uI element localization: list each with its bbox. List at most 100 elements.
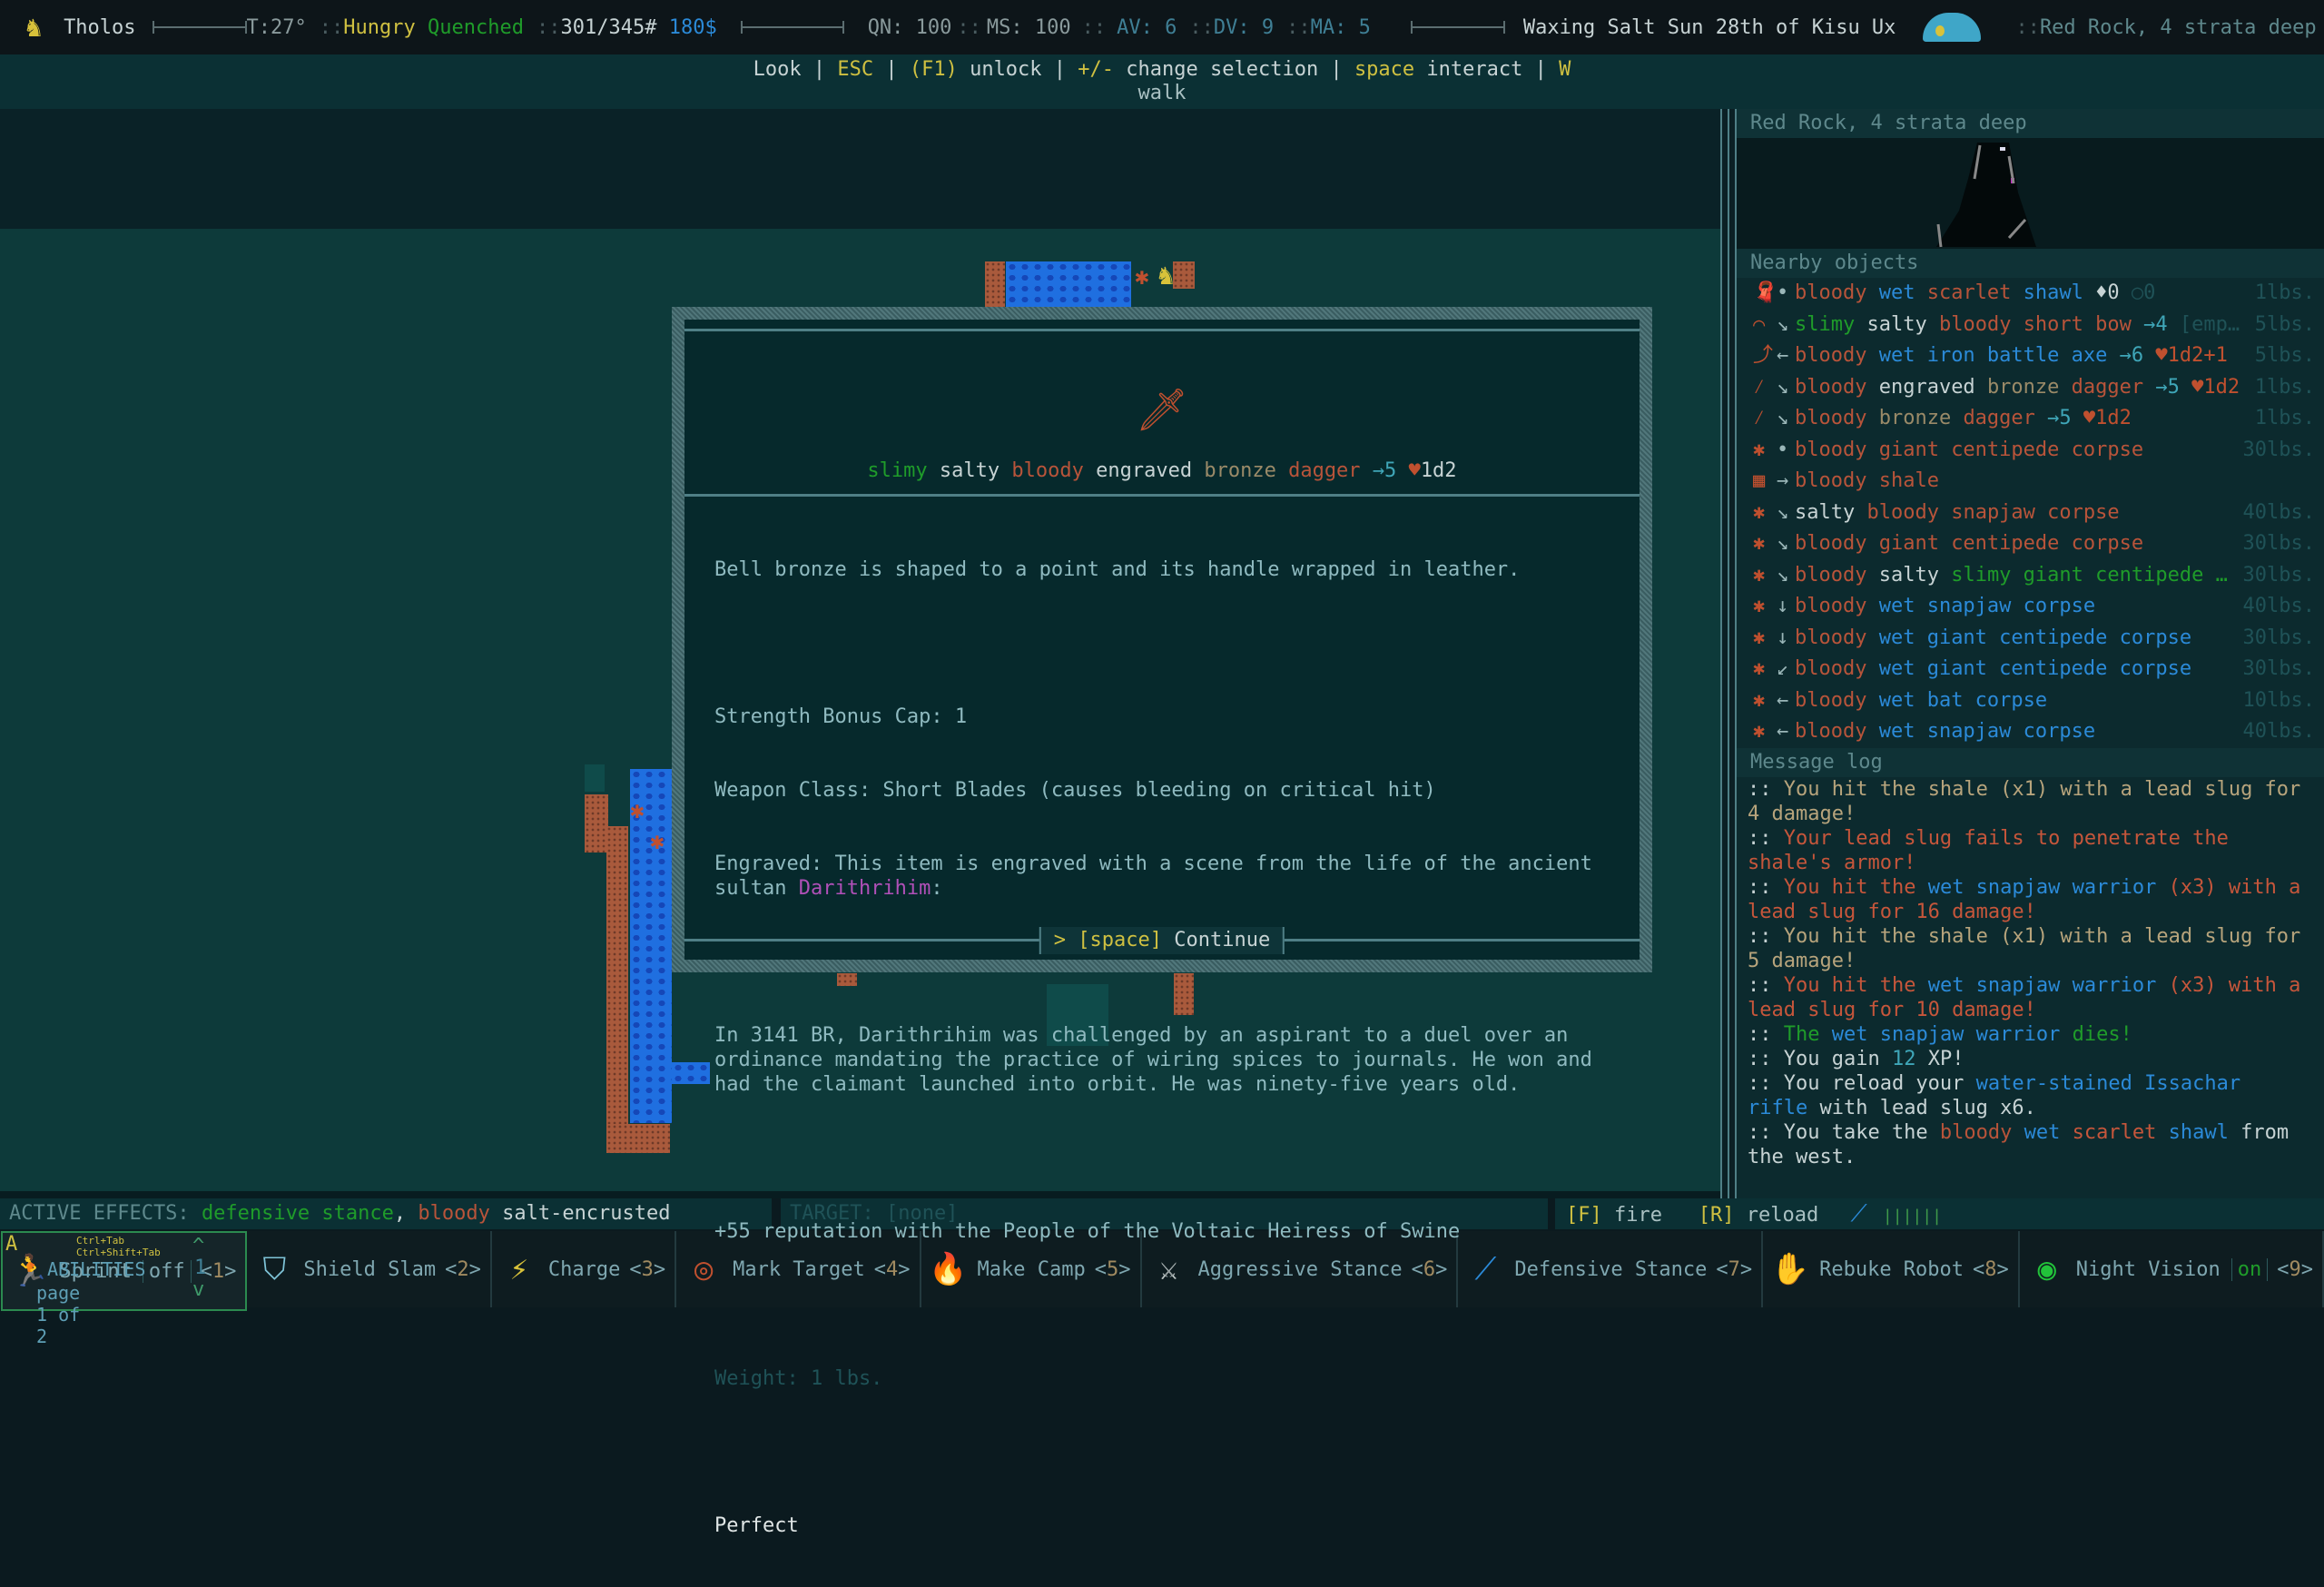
- log-message-part: wet snapjaw warrior: [1831, 1022, 2061, 1046]
- quickness: QN: 100: [867, 15, 952, 39]
- nearby-object-row[interactable]: ✱ ↘ salty bloody snapjaw corpse 40lbs.: [1737, 498, 2324, 529]
- nearby-object-row[interactable]: ✱ • bloody giant centipede corpse 30lbs.: [1737, 435, 2324, 467]
- log-message: :: The wet snapjaw warrior dies!: [1748, 1022, 2311, 1047]
- log-message-part: :: You gain: [1748, 1047, 1892, 1070]
- ability-toggle-state[interactable]: on: [2230, 1257, 2269, 1281]
- direction-indicator: •: [1777, 281, 1789, 304]
- nearby-object-row[interactable]: ✱ ← bloody wet snapjaw corpse 40lbs.: [1737, 716, 2324, 748]
- weapon-bar: [F] fire [R] reload ⟋ ||||||: [1555, 1198, 2324, 1229]
- log-message-part: :: You take the: [1748, 1120, 1940, 1144]
- object-name-part: →4: [2143, 312, 2180, 336]
- reload-key[interactable]: [R]: [1699, 1204, 1735, 1227]
- hunger-status: Hungry: [343, 15, 416, 39]
- corpse-icon: ✱: [1753, 438, 1766, 461]
- nearby-object-row[interactable]: ✱ ↘ bloody salty slimy giant centipede … 3…: [1737, 560, 2324, 592]
- nearby-objects-title: Nearby objects: [1737, 249, 2324, 278]
- object-name-part: dagger: [1963, 407, 2048, 429]
- direction-indicator: ↙: [1777, 657, 1789, 680]
- item-name-part: bloody: [1011, 459, 1084, 482]
- log-message-part: 12: [1891, 1047, 1916, 1070]
- bow-icon: ⌒: [1753, 312, 1766, 336]
- nearby-object-row[interactable]: ✱ ← bloody wet bat corpse 10lbs.: [1737, 685, 2324, 717]
- object-name-part: shawl: [2023, 281, 2096, 304]
- object-name-part: ♥1d2: [2083, 407, 2132, 429]
- nearby-object-row[interactable]: ⁄ ↘ bloody bronze dagger →5 ♥1d2 1lbs.: [1737, 403, 2324, 435]
- separator: ::: [536, 15, 561, 39]
- panel-divider[interactable]: [1720, 109, 1737, 1198]
- shale-wall-tile: [606, 1124, 670, 1153]
- reload-label[interactable]: reload: [1747, 1204, 1818, 1227]
- log-message-part: :: You reload your: [1748, 1071, 1976, 1095]
- thirst-status: Quenched: [428, 15, 524, 39]
- ability-charge[interactable]: ⚡ Charge <3>: [492, 1231, 677, 1307]
- ability-rebuke-robot[interactable]: ✋ Rebuke Robot <8>: [1763, 1231, 2020, 1307]
- active-effects-label: ACTIVE EFFECTS:: [9, 1202, 190, 1225]
- minimap-player-marker: [2000, 147, 2005, 151]
- object-name: bloody shale: [1795, 466, 2242, 498]
- log-message-part: [2156, 1121, 2168, 1144]
- item-name: slimy salty bloody engraved bronze dagge…: [684, 459, 1640, 482]
- nearby-object-row[interactable]: ⤴ ← bloody wet iron battle axe →6 ♥1d2+1 5…: [1737, 340, 2324, 372]
- log-message: :: You take the bloody wet scarlet shawl…: [1748, 1120, 2311, 1169]
- log-message: :: Your lead slug fails to penetrate the…: [1748, 826, 2311, 875]
- log-message: :: You hit the shale (x1) with a lead sl…: [1748, 777, 2311, 826]
- shawl-icon: 🧣: [1753, 281, 1778, 304]
- minimap[interactable]: [1737, 138, 2324, 249]
- continue-label: Continue: [1174, 929, 1271, 951]
- item-look-dialog: 🗡 slimy salty bloody engraved bronze dag…: [672, 307, 1652, 1537]
- object-name-part: wet snapjaw corpse: [1878, 720, 2096, 743]
- weapon-class: Weapon Class: Short Blades (causes bleed…: [714, 779, 1436, 802]
- object-name-part: bloody: [1795, 720, 1879, 743]
- log-message-part: [2012, 1121, 2024, 1144]
- object-name-part: bloody: [1795, 563, 1879, 586]
- ability-toggle-state[interactable]: off: [142, 1259, 192, 1283]
- log-message-part: ::: [1748, 777, 1784, 801]
- item-name-part: [1084, 459, 1096, 482]
- nearby-object-row[interactable]: 🧣 • bloody wet scarlet shawl ♦0 ○0 1lbs.: [1737, 278, 2324, 310]
- map-unexplored-band: [0, 109, 1720, 229]
- ability-shield-slam[interactable]: ⛉ Shield Slam <2>: [247, 1231, 492, 1307]
- axe-icon: ⤴: [1753, 344, 1774, 367]
- nearby-object-row[interactable]: ✱ ↓ bloody wet snapjaw corpse 40lbs.: [1737, 591, 2324, 623]
- page-up-button[interactable]: ^: [192, 1235, 204, 1257]
- object-weight: 1lbs.: [2254, 375, 2315, 399]
- log-message-part: You hit the: [1783, 875, 1928, 899]
- player-avatar-icon[interactable]: ♞: [25, 12, 42, 44]
- direction-indicator: ↘: [1777, 375, 1789, 399]
- object-name-part: bloody: [1795, 595, 1879, 617]
- object-name-part: salty: [1795, 500, 1867, 524]
- abilities-hotkey-hint: Ctrl+Tab Ctrl+Shift+Tab: [76, 1235, 161, 1258]
- reputation-bonus: +55 reputation with the People of the Vo…: [714, 1220, 1461, 1243]
- log-message-part: ::: [1748, 875, 1784, 899]
- object-name-part: →6: [2119, 344, 2156, 367]
- nearby-object-row[interactable]: ⌒ ↘ slimy salty bloody short bow →4 [emp… …: [1737, 310, 2324, 341]
- direction-indicator: ↘: [1777, 563, 1789, 586]
- object-name-part: ○0: [2131, 281, 2156, 304]
- direction-indicator: ←: [1777, 688, 1789, 712]
- sidebar: Red Rock, 4 strata deep Nearby objects 🧣…: [1737, 109, 2324, 1198]
- player-icon[interactable]: ♞: [1157, 260, 1174, 291]
- log-message-part: ::: [1748, 973, 1784, 997]
- ability-label: Night Vision: [2075, 1257, 2221, 1281]
- direction-indicator: ↓: [1777, 626, 1789, 649]
- separator: ::: [1286, 15, 1311, 39]
- blood-splatter-icon: ✱: [650, 828, 665, 855]
- effect-name: salt-encrusted: [502, 1202, 671, 1225]
- page-down-button[interactable]: v: [192, 1278, 204, 1301]
- nearby-object-row[interactable]: ⁄ ↘ bloody engraved bronze dagger →5 ♥1d2 …: [1737, 372, 2324, 404]
- object-name: bloody wet snapjaw corpse: [1795, 716, 2242, 748]
- log-message: :: You gain 12 XP!: [1748, 1047, 2311, 1071]
- object-weight: 1lbs.: [2254, 407, 2315, 429]
- nearby-object-row[interactable]: ▦ → bloody shale: [1737, 466, 2324, 498]
- active-effects-list: defensive stance, bloody salt-encrusted: [202, 1202, 671, 1225]
- nearby-object-row[interactable]: ✱ ↘ bloody giant centipede corpse 30lbs.: [1737, 528, 2324, 560]
- keybind-hint: ESC: [837, 58, 874, 81]
- dagger-icon: ⁄: [1753, 407, 1766, 429]
- continue-button[interactable]: > [space] Continue: [1039, 927, 1285, 954]
- ability-night-vision[interactable]: ◉ Night Vision on <9>: [2020, 1231, 2324, 1307]
- nearby-object-row[interactable]: ✱ ↙ bloody wet giant centipede corpse 30lb…: [1737, 654, 2324, 685]
- nearby-object-row[interactable]: ✱ ↓ bloody wet giant centipede corpse 30lb…: [1737, 623, 2324, 655]
- object-name-part: bronze: [1986, 375, 2072, 399]
- keybind-hint: |: [873, 58, 910, 81]
- separator: ::: [1189, 15, 1214, 39]
